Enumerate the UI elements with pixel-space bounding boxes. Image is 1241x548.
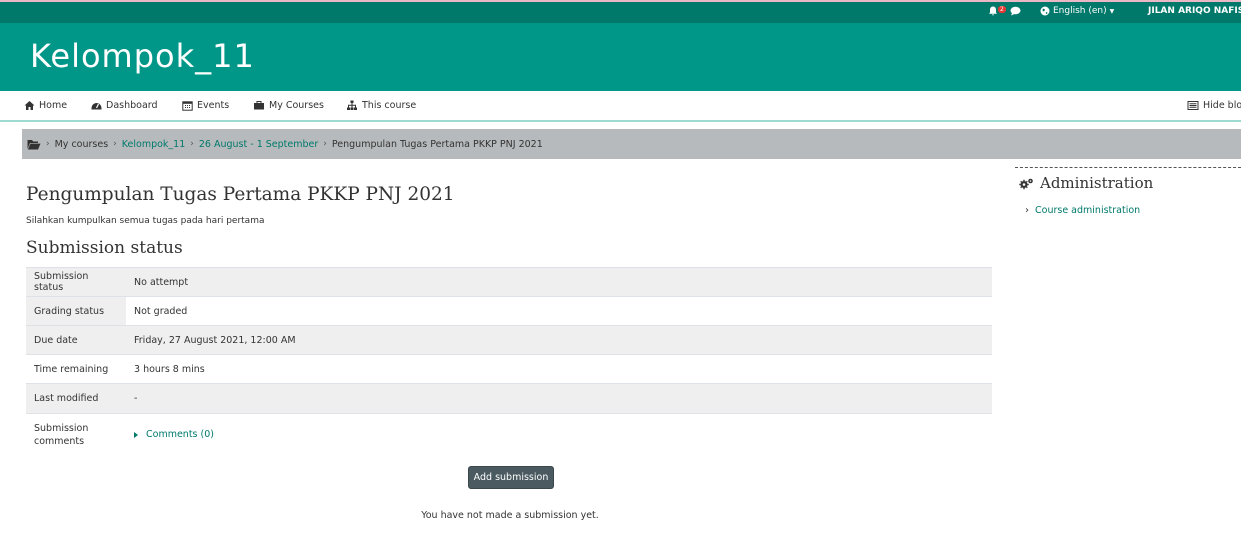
- nav-this-course[interactable]: This course: [346, 100, 416, 111]
- row-label: Submission comments: [34, 422, 89, 447]
- administration-title: Administration: [1019, 174, 1153, 192]
- row-value: No attempt: [134, 276, 189, 288]
- course-navbar: Home Dashboard Events My Courses This co…: [0, 91, 1241, 122]
- list-icon: [1187, 101, 1199, 110]
- briefcase-icon: [254, 101, 264, 110]
- language-menu[interactable]: English (en) ▼: [1040, 6, 1114, 16]
- nav-my-courses[interactable]: My Courses: [253, 100, 324, 111]
- nav-my-courses-label: My Courses: [269, 100, 324, 111]
- breadcrumb-separator: ›: [323, 139, 327, 149]
- row-value: Comments (0): [126, 414, 992, 456]
- table-row: Last modified -: [26, 383, 992, 414]
- breadcrumb-separator: ›: [113, 139, 117, 149]
- nav-this-course-label: This course: [362, 100, 417, 111]
- assignment-intro: Silahkan kumpulkan semua tugas pada hari…: [26, 216, 265, 226]
- dashboard-icon: [91, 103, 102, 110]
- site-title: Kelompok_11: [30, 37, 255, 75]
- row-label: Due date: [34, 334, 78, 346]
- site-banner: Kelompok_11: [0, 23, 1241, 91]
- hide-blocks-label: Hide bloc: [1203, 100, 1241, 111]
- breadcrumb-current: Pengumpulan Tugas Pertama PKKP PNJ 2021: [331, 138, 543, 150]
- breadcrumb-separator: ›: [190, 139, 194, 149]
- globe-icon: [1040, 6, 1050, 16]
- nav-events[interactable]: Events: [182, 100, 229, 111]
- language-label: English (en): [1053, 6, 1107, 16]
- messages-button[interactable]: [1010, 6, 1021, 16]
- folder-open-icon: [27, 139, 41, 149]
- table-row: Submission status No attempt: [26, 267, 992, 297]
- comments-link-label: Comments (0): [146, 429, 214, 441]
- table-row: Time remaining 3 hours 8 mins: [26, 354, 992, 384]
- comments-toggle[interactable]: Comments (0): [134, 429, 984, 440]
- add-submission-button[interactable]: Add submission: [468, 466, 554, 489]
- table-row: Due date Friday, 27 August 2021, 12:00 A…: [26, 325, 992, 355]
- row-value: Friday, 27 August 2021, 12:00 AM: [134, 334, 296, 346]
- submission-status-heading: Submission status: [26, 238, 183, 258]
- user-menu[interactable]: JILAN ARIQO NAFISA 1: [1148, 6, 1241, 16]
- row-label: Submission status: [34, 271, 89, 293]
- row-value: -: [134, 393, 138, 404]
- nav-home[interactable]: Home: [24, 100, 67, 111]
- bell-icon: [989, 6, 997, 16]
- calendar-icon: [182, 101, 193, 111]
- breadcrumb-separator: ›: [46, 139, 50, 149]
- no-submission-message: You have not made a submission yet.: [421, 510, 599, 521]
- row-value: 3 hours 8 mins: [134, 363, 205, 375]
- administration-title-label: Administration: [1040, 174, 1154, 192]
- row-value: Not graded: [126, 296, 992, 326]
- caret-right-icon: [134, 431, 138, 438]
- row-label: Grading status: [34, 305, 105, 317]
- breadcrumb-section[interactable]: 26 August - 1 September: [199, 139, 318, 150]
- user-name: JILAN ARIQO NAFISA 1: [1148, 6, 1241, 16]
- nav-events-label: Events: [197, 100, 230, 111]
- page-title: Pengumpulan Tugas Pertama PKKP PNJ 2021: [26, 184, 455, 205]
- top-navbar: 2 English (en) ▼ JILAN ARIQO NAFISA 1: [0, 0, 1241, 23]
- submission-status-table: Submission status No attempt Grading sta…: [26, 267, 992, 456]
- sitemap-icon: [347, 100, 357, 110]
- nav-dashboard-label: Dashboard: [106, 100, 158, 111]
- chevron-right-icon: ›: [1025, 205, 1029, 216]
- row-label: Time remaining: [34, 363, 109, 375]
- row-label: Last modified: [34, 393, 99, 404]
- breadcrumb-course[interactable]: Kelompok_11: [122, 139, 186, 150]
- breadcrumb-my-courses[interactable]: My courses: [55, 139, 109, 150]
- notifications-button[interactable]: 2: [988, 5, 1006, 16]
- notification-count-badge: 2: [998, 5, 1006, 13]
- cogs-icon: [1019, 178, 1033, 189]
- nav-dashboard[interactable]: Dashboard: [91, 100, 158, 111]
- table-row: Submission comments Comments (0): [26, 413, 992, 456]
- breadcrumb: › My courses › Kelompok_11 › 26 August -…: [22, 129, 1241, 159]
- hide-blocks-button[interactable]: Hide bloc: [1187, 100, 1241, 111]
- chat-bubble-icon: [1010, 6, 1021, 16]
- course-administration-label: Course administration: [1035, 205, 1141, 216]
- course-administration-link[interactable]: › Course administration: [1025, 205, 1140, 216]
- nav-home-label: Home: [39, 100, 68, 111]
- caret-down-icon: ▼: [1109, 7, 1115, 15]
- administration-block: Administration › Course administration: [1015, 167, 1241, 216]
- home-icon: [24, 101, 35, 110]
- table-row: Grading status Not graded: [26, 296, 992, 326]
